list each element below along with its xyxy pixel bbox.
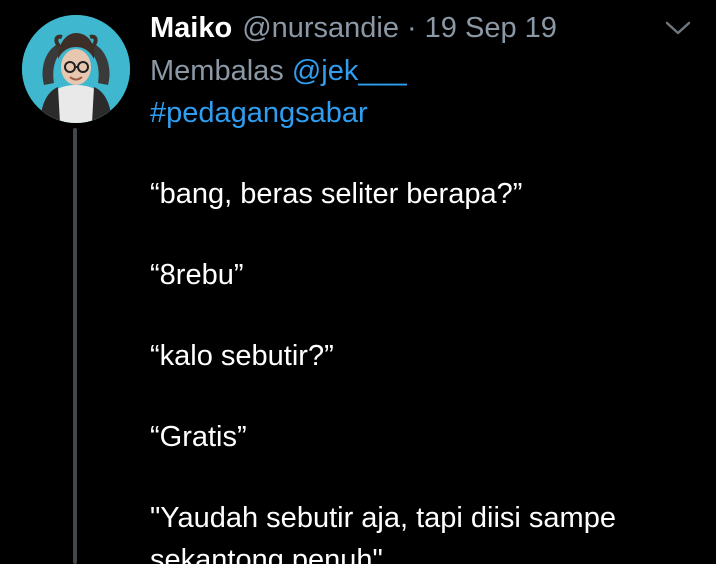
hashtag-link[interactable]: #pedagangsabar bbox=[150, 92, 696, 134]
reply-prefix: Membalas bbox=[150, 55, 284, 87]
reply-handle-link[interactable]: @jek___ bbox=[292, 55, 407, 87]
chevron-down-icon bbox=[665, 21, 691, 35]
tweet-text-line: “Gratis” bbox=[150, 421, 247, 453]
tweet-menu-button[interactable] bbox=[664, 18, 692, 38]
tweet-content: Maiko @nursandie · 19 Sep 19 Membalas @j… bbox=[150, 8, 696, 564]
tweet-text-line: sekantong penuh" bbox=[150, 544, 383, 564]
tweet-header: Maiko @nursandie · 19 Sep 19 bbox=[150, 8, 696, 48]
author-display-name[interactable]: Maiko bbox=[150, 8, 232, 48]
tweet-timestamp[interactable]: 19 Sep 19 bbox=[425, 8, 557, 48]
reply-context: Membalas @jek___ bbox=[150, 50, 696, 92]
thread-line bbox=[73, 128, 77, 564]
tweet-text-line: "Yaudah sebutir aja, tapi diisi sampe bbox=[150, 502, 616, 534]
tweet-text-line: “8rebu” bbox=[150, 259, 244, 291]
author-handle[interactable]: @nursandie bbox=[242, 8, 399, 48]
tweet-text-line: “kalo sebutir?” bbox=[150, 340, 334, 372]
header-separator: · bbox=[407, 12, 417, 44]
tweet-text-line: “bang, beras seliter berapa?” bbox=[150, 178, 523, 210]
avatar[interactable] bbox=[22, 15, 130, 123]
avatar-photo-icon bbox=[22, 15, 130, 123]
